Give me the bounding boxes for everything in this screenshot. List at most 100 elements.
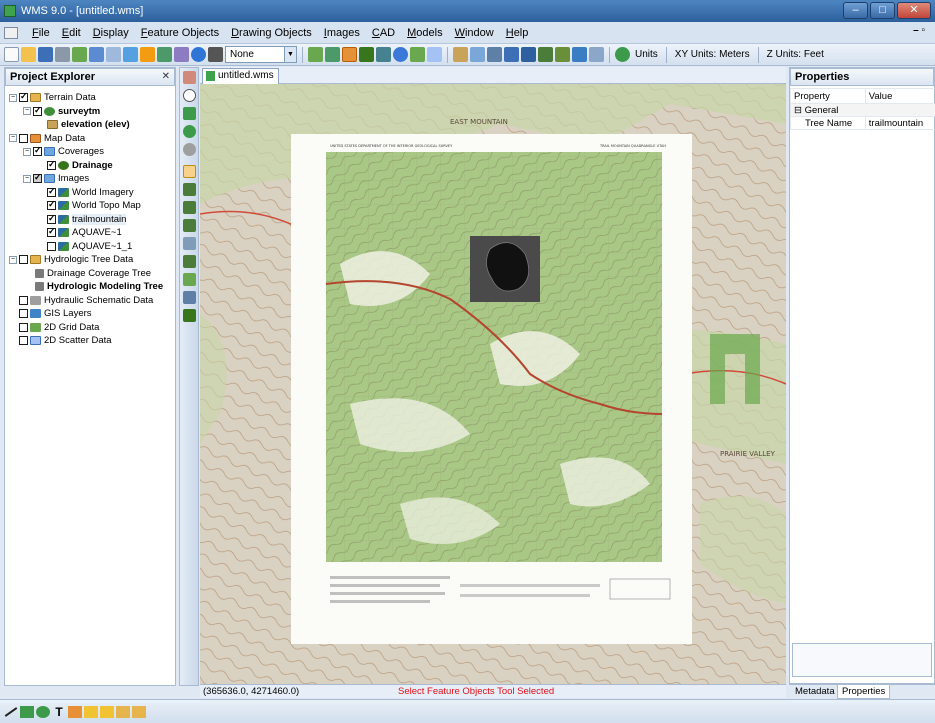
bring-to-front-icon[interactable] (116, 705, 130, 718)
send-backward-icon[interactable] (100, 705, 114, 718)
send-to-back-icon[interactable] (132, 705, 146, 718)
arrow-icon[interactable] (140, 47, 155, 62)
tree-checkbox[interactable] (19, 309, 28, 319)
tree-node-surveytm[interactable]: − surveytm (5, 105, 175, 118)
map-viewport[interactable]: EAST MOUNTAIN PRAIRIE VALLEY UNITED STAT… (200, 84, 786, 684)
get-data-icon[interactable] (72, 47, 87, 62)
tree-checkbox[interactable] (47, 159, 56, 170)
menu-help[interactable]: Help (500, 23, 535, 43)
select-arc-icon[interactable] (183, 183, 196, 196)
menu-drawing-objects[interactable]: Drawing Objects (225, 23, 318, 43)
oval-tool-icon[interactable] (36, 705, 50, 718)
tree-checkbox[interactable] (33, 145, 42, 157)
tree-checkbox[interactable] (47, 186, 56, 197)
help-icon[interactable] (191, 47, 206, 62)
bring-forward-icon[interactable] (84, 705, 98, 718)
rectangle-tool-icon[interactable] (20, 705, 34, 718)
tree-checkbox[interactable] (19, 91, 28, 103)
document-system-menu-icon[interactable] (4, 26, 18, 39)
collapse-icon[interactable]: − (9, 255, 17, 264)
menu-window[interactable]: Window (449, 23, 500, 43)
tree-checkbox[interactable] (47, 213, 56, 224)
tool-d-icon[interactable] (504, 47, 519, 62)
menu-display[interactable]: Display (87, 23, 135, 43)
river-module-icon[interactable] (376, 47, 391, 62)
tree-checkbox[interactable] (47, 199, 56, 211)
z-units-label[interactable]: Z Units: Feet (764, 49, 827, 60)
tab-properties[interactable]: Properties (837, 685, 891, 699)
close-panel-icon[interactable]: ✕ (162, 69, 170, 85)
globe-units-icon[interactable] (615, 47, 630, 62)
column-header-value[interactable]: Value (864, 88, 935, 104)
plot-icon[interactable] (157, 47, 172, 62)
xy-units-label[interactable]: XY Units: Meters (672, 49, 753, 60)
zoom-icon[interactable] (106, 47, 121, 62)
tree-node-2d-grid-data[interactable]: 2D Grid Data (5, 322, 175, 334)
tool-e-icon[interactable] (521, 47, 536, 62)
property-value[interactable]: trailmountain (864, 116, 935, 130)
tree-checkbox[interactable] (47, 226, 56, 238)
pan-icon[interactable] (183, 71, 196, 84)
open-folder-icon[interactable] (21, 47, 36, 62)
tree-checkbox[interactable] (47, 241, 56, 251)
map-tool-icon[interactable] (183, 309, 196, 322)
create-point-icon[interactable] (183, 237, 196, 250)
collapse-icon[interactable]: − (23, 107, 31, 116)
tool-g-icon[interactable] (555, 47, 570, 62)
tree-checkbox[interactable] (19, 336, 28, 346)
collapse-icon[interactable]: − (23, 174, 31, 183)
create-arc-icon[interactable] (183, 255, 196, 268)
new-file-icon[interactable] (4, 47, 19, 62)
menu-feature-objects[interactable]: Feature Objects (135, 23, 225, 43)
units-button[interactable]: Units (632, 49, 661, 60)
tree-checkbox[interactable] (19, 133, 28, 143)
image-tool-icon[interactable] (68, 705, 82, 718)
tool-h-icon[interactable] (572, 47, 587, 62)
menu-cad[interactable]: CAD (366, 23, 401, 43)
line-tool-icon[interactable] (4, 706, 18, 717)
settings-icon[interactable] (174, 47, 189, 62)
menu-edit[interactable]: Edit (56, 23, 87, 43)
property-row-tree-name[interactable]: Tree Name trailmountain (790, 116, 935, 130)
tree-node-map-data[interactable]: − Map Data (5, 133, 175, 145)
tree-checkbox[interactable] (33, 105, 42, 116)
select-polygon-icon[interactable] (183, 219, 196, 232)
tool-a-icon[interactable] (453, 47, 468, 62)
tree-node-world-topo-map[interactable]: World Topo Map (5, 199, 175, 212)
tree-node-elevation[interactable]: elevation (elev) (5, 119, 175, 131)
menu-file[interactable]: File (26, 23, 56, 43)
tree-checkbox[interactable] (33, 172, 42, 184)
zoom-tool-icon[interactable] (183, 89, 196, 102)
close-button[interactable]: ✕ (897, 2, 931, 19)
select-vertex-icon[interactable] (183, 201, 196, 214)
rotate-icon[interactable] (183, 107, 196, 120)
save-icon[interactable] (38, 47, 53, 62)
tree-node-hydrologic-modeling-tree[interactable]: Hydrologic Modeling Tree (5, 281, 175, 293)
tab-metadata[interactable]: Metadata (791, 685, 839, 699)
map-module-icon[interactable] (342, 47, 357, 62)
tool-b-icon[interactable] (470, 47, 485, 62)
minimize-button[interactable]: – (843, 2, 868, 19)
gis-module-icon[interactable] (393, 47, 408, 62)
tree-node-2d-scatter-data[interactable]: 2D Scatter Data (5, 335, 175, 347)
tree-node-world-imagery[interactable]: World Imagery (5, 186, 175, 199)
grid-module-icon[interactable] (410, 47, 425, 62)
frame-icon[interactable] (89, 47, 104, 62)
menu-images[interactable]: Images (318, 23, 366, 43)
tree-node-hydrologic-tree-data[interactable]: − Hydrologic Tree Data (5, 254, 175, 266)
tree-node-aquave-1[interactable]: AQUAVE~1 (5, 226, 175, 239)
collapse-icon[interactable]: − (9, 134, 17, 143)
select-tool-icon[interactable] (183, 165, 196, 178)
menu-models[interactable]: Models (401, 23, 448, 43)
tree-node-drainage[interactable]: Drainage (5, 159, 175, 172)
property-group-general[interactable]: ⊟ General (790, 103, 935, 117)
tree-checkbox[interactable] (19, 255, 28, 265)
refresh-icon[interactable] (123, 47, 138, 62)
tool-i-icon[interactable] (589, 47, 604, 62)
terrain-module-icon[interactable] (308, 47, 323, 62)
drainage-module-icon[interactable] (325, 47, 340, 62)
column-header-property[interactable]: Property (790, 88, 866, 104)
polygon-tool-icon[interactable] (183, 291, 196, 304)
print-icon[interactable] (55, 47, 70, 62)
scatter-module-icon[interactable] (427, 47, 442, 62)
